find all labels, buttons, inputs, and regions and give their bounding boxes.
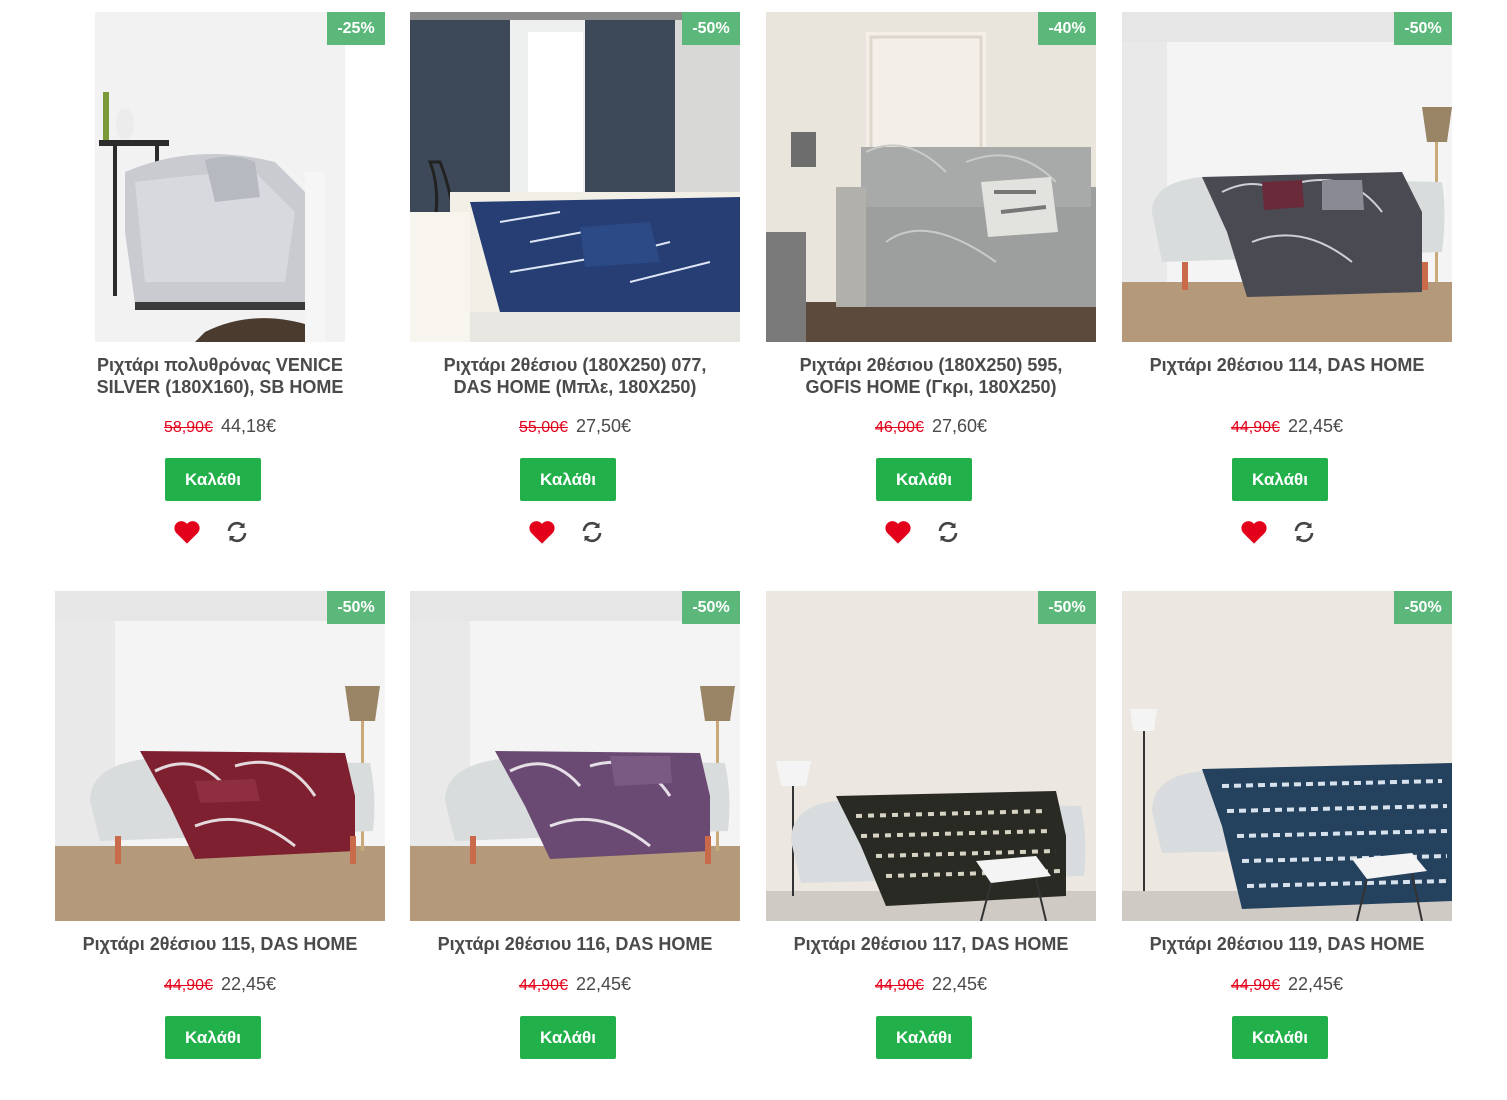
sale-price: 22,45€: [575, 974, 631, 994]
refresh-icon[interactable]: [1292, 520, 1316, 544]
product-image[interactable]: [1122, 12, 1452, 342]
product-image[interactable]: [55, 591, 385, 921]
product-image[interactable]: [766, 591, 1096, 921]
old-price: 44,90€: [1231, 977, 1280, 994]
discount-badge: -50%: [682, 12, 740, 45]
add-to-cart-button[interactable]: Καλάθι: [1232, 458, 1328, 501]
sale-price: 27,60€: [931, 416, 987, 436]
add-to-cart-button[interactable]: Καλάθι: [1232, 1016, 1328, 1059]
product-title-line[interactable]: Ριχτάρι 2θέσιου 117, DAS HOME: [794, 934, 1069, 954]
heart-icon[interactable]: [528, 519, 556, 545]
sale-price: 44,18€: [220, 416, 276, 436]
discount-badge: -25%: [327, 12, 385, 45]
heart-icon[interactable]: [1240, 519, 1268, 545]
product-title[interactable]: Ριχτάρι 2θέσιου (180X250) 595, GOFIS HOM…: [766, 354, 1096, 398]
price: 44,90€ 22,45€: [1122, 974, 1452, 995]
discount-badge: -50%: [327, 591, 385, 624]
product-title-line[interactable]: SILVER (180X160), SB HOME: [97, 377, 344, 397]
product-title[interactable]: Ριχτάρι 2θέσιου 114, DAS HOME: [1122, 354, 1452, 376]
sale-price: 27,50€: [575, 416, 631, 436]
product-actions: [528, 517, 628, 557]
product-title[interactable]: Ριχτάρι 2θέσιου 119, DAS HOME: [1122, 933, 1452, 955]
price: 46,00€ 27,60€: [766, 416, 1096, 437]
product-title[interactable]: Ριχτάρι 2θέσιου (180X250) 077, DAS HOME …: [410, 354, 740, 398]
price: 55,00€ 27,50€: [410, 416, 740, 437]
add-to-cart-button[interactable]: Καλάθι: [520, 1016, 616, 1059]
product-title-line[interactable]: Ριχτάρι πολυθρόνας VENICE: [97, 355, 343, 375]
product-title-line[interactable]: Ριχτάρι 2θέσιου (180X250) 077,: [444, 355, 707, 375]
discount-badge: -50%: [1394, 591, 1452, 624]
old-price: 44,90€: [1231, 419, 1280, 436]
old-price: 58,90€: [164, 419, 213, 436]
product-actions: [1240, 517, 1340, 557]
old-price: 55,00€: [519, 419, 568, 436]
add-to-cart-button[interactable]: Καλάθι: [520, 458, 616, 501]
add-to-cart-button[interactable]: Καλάθι: [165, 458, 261, 501]
refresh-icon[interactable]: [225, 520, 249, 544]
product-title[interactable]: Ριχτάρι 2θέσιου 115, DAS HOME: [55, 933, 385, 955]
product-title[interactable]: Ριχτάρι πολυθρόνας VENICE SILVER (180X16…: [55, 354, 385, 398]
old-price: 46,00€: [875, 419, 924, 436]
product-image[interactable]: [410, 12, 740, 342]
discount-badge: -50%: [1038, 591, 1096, 624]
heart-icon[interactable]: [884, 519, 912, 545]
price: 44,90€ 22,45€: [766, 974, 1096, 995]
product-image[interactable]: [55, 12, 385, 342]
sale-price: 22,45€: [1287, 974, 1343, 994]
price: 44,90€ 22,45€: [410, 974, 740, 995]
product-image[interactable]: [766, 12, 1096, 342]
product-image[interactable]: [1122, 591, 1452, 921]
add-to-cart-button[interactable]: Καλάθι: [876, 458, 972, 501]
discount-badge: -50%: [682, 591, 740, 624]
add-to-cart-button[interactable]: Καλάθι: [165, 1016, 261, 1059]
product-title[interactable]: Ριχτάρι 2θέσιου 116, DAS HOME: [410, 933, 740, 955]
add-to-cart-button[interactable]: Καλάθι: [876, 1016, 972, 1059]
old-price: 44,90€: [519, 977, 568, 994]
product-title-line[interactable]: Ριχτάρι 2θέσιου 115, DAS HOME: [83, 934, 358, 954]
refresh-icon[interactable]: [936, 520, 960, 544]
price: 44,90€ 22,45€: [1122, 416, 1452, 437]
product-title[interactable]: Ριχτάρι 2θέσιου 117, DAS HOME: [766, 933, 1096, 955]
price: 44,90€ 22,45€: [55, 974, 385, 995]
product-actions: [173, 517, 273, 557]
product-title-line[interactable]: DAS HOME (Μπλε, 180X250): [454, 377, 697, 397]
old-price: 44,90€: [875, 977, 924, 994]
old-price: 44,90€: [164, 977, 213, 994]
sale-price: 22,45€: [931, 974, 987, 994]
refresh-icon[interactable]: [580, 520, 604, 544]
product-title-line[interactable]: Ριχτάρι 2θέσιου (180X250) 595,: [800, 355, 1063, 375]
discount-badge: -50%: [1394, 12, 1452, 45]
heart-icon[interactable]: [173, 519, 201, 545]
product-title-line[interactable]: Ριχτάρι 2θέσιου 116, DAS HOME: [438, 934, 713, 954]
product-actions: [884, 517, 984, 557]
sale-price: 22,45€: [220, 974, 276, 994]
price: 58,90€ 44,18€: [55, 416, 385, 437]
discount-badge: -40%: [1038, 12, 1096, 45]
product-image[interactable]: [410, 591, 740, 921]
product-title-line[interactable]: Ριχτάρι 2θέσιου 114, DAS HOME: [1150, 355, 1425, 375]
product-title-line[interactable]: GOFIS HOME (Γκρι, 180X250): [805, 377, 1056, 397]
product-title-line[interactable]: Ριχτάρι 2θέσιου 119, DAS HOME: [1150, 934, 1425, 954]
sale-price: 22,45€: [1287, 416, 1343, 436]
